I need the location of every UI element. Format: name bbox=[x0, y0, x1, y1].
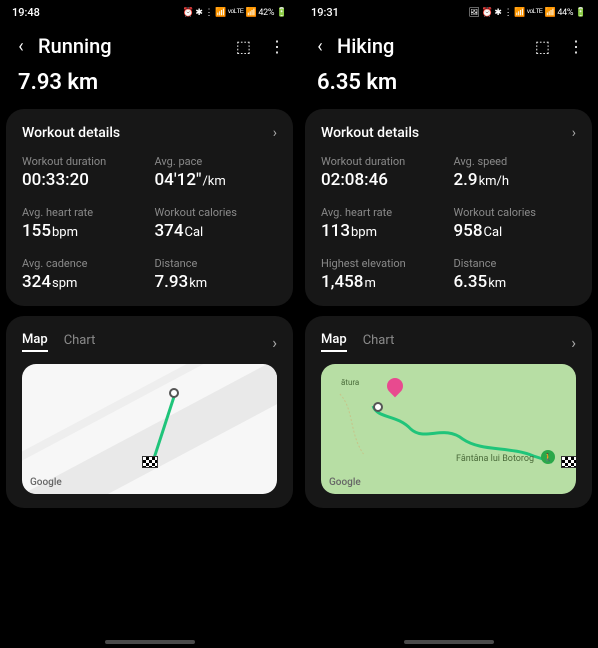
map-attribution: Google bbox=[30, 477, 62, 488]
stat-grid: Workout duration 00:33:20 Avg. pace 04'1… bbox=[22, 155, 277, 292]
map-card[interactable]: Map Chart › ătura Fântâna lui Botorog 🚶 … bbox=[305, 316, 592, 508]
status-indicators: ⏰ ✱ ⋮ 📶 ᵛᵒᴸᵀᴱ 📶 42% 🔋 bbox=[183, 7, 287, 18]
total-distance: 6.35 km bbox=[299, 64, 598, 109]
stat-duration: Workout duration 02:08:46 bbox=[321, 155, 444, 190]
stat-distance: Distance 7.93km bbox=[155, 257, 278, 292]
tab-chart[interactable]: Chart bbox=[64, 333, 96, 351]
stat-calories: Workout calories 374Cal bbox=[155, 206, 278, 241]
map-poi-label: ătura bbox=[341, 378, 359, 387]
status-bar: 19:48 ⏰ ✱ ⋮ 📶 ᵛᵒᴸᵀᴱ 📶 42% 🔋 bbox=[0, 0, 299, 24]
route-start-icon bbox=[373, 402, 383, 412]
more-icon[interactable]: ⋮ bbox=[269, 37, 285, 56]
stat-grid: Workout duration 02:08:46 Avg. speed 2.9… bbox=[321, 155, 576, 292]
status-indicators: 🖼 ⏰ ✱ ⋮ 📶 ᵛᵒᴸᵀᴱ 📶 44% 🔋 bbox=[469, 7, 587, 18]
chevron-right-icon: › bbox=[272, 333, 277, 352]
stat-pace: Avg. pace 04'12"/km bbox=[155, 155, 278, 190]
card-title: Workout details bbox=[22, 125, 120, 141]
card-title: Workout details bbox=[321, 125, 419, 141]
map-poi-label: Fântâna lui Botorog bbox=[456, 454, 534, 464]
status-time: 19:31 bbox=[311, 6, 339, 19]
tab-map[interactable]: Map bbox=[22, 332, 48, 352]
stat-cadence: Avg. cadence 324spm bbox=[22, 257, 145, 292]
header: ‹ Running ⬚ ⋮ bbox=[0, 24, 299, 64]
tab-map[interactable]: Map bbox=[321, 332, 347, 352]
hiker-icon: 🚶 bbox=[541, 450, 555, 464]
status-time: 19:48 bbox=[12, 6, 40, 19]
back-icon[interactable]: ‹ bbox=[10, 36, 32, 57]
back-icon[interactable]: ‹ bbox=[309, 36, 331, 57]
nav-pill[interactable] bbox=[404, 640, 494, 644]
stat-speed: Avg. speed 2.9km/h bbox=[454, 155, 577, 190]
page-title: Running bbox=[38, 34, 236, 58]
stat-distance: Distance 6.35km bbox=[454, 257, 577, 292]
stat-duration: Workout duration 00:33:20 bbox=[22, 155, 145, 190]
map-attribution: Google bbox=[329, 477, 361, 488]
route-end-flag-icon bbox=[142, 456, 158, 468]
chevron-right-icon: › bbox=[572, 125, 576, 141]
chevron-right-icon: › bbox=[571, 333, 576, 352]
workout-details-card[interactable]: Workout details › Workout duration 02:08… bbox=[305, 109, 592, 306]
stat-elevation: Highest elevation 1,458m bbox=[321, 257, 444, 292]
status-bar: 19:31 🖼 ⏰ ✱ ⋮ 📶 ᵛᵒᴸᵀᴱ 📶 44% 🔋 bbox=[299, 0, 598, 24]
chevron-right-icon: › bbox=[273, 125, 277, 141]
map-card[interactable]: Map Chart › Google bbox=[6, 316, 293, 508]
tab-chart[interactable]: Chart bbox=[363, 333, 395, 351]
stat-calories: Workout calories 958Cal bbox=[454, 206, 577, 241]
screen-hiking: 19:31 🖼 ⏰ ✱ ⋮ 📶 ᵛᵒᴸᵀᴱ 📶 44% 🔋 ‹ Hiking ⬚… bbox=[299, 0, 598, 648]
total-distance: 7.93 km bbox=[0, 64, 299, 109]
share-icon[interactable]: ⬚ bbox=[535, 37, 550, 56]
route-start-icon bbox=[169, 388, 179, 398]
map-view[interactable]: Google bbox=[22, 364, 277, 494]
header: ‹ Hiking ⬚ ⋮ bbox=[299, 24, 598, 64]
screen-running: 19:48 ⏰ ✱ ⋮ 📶 ᵛᵒᴸᵀᴱ 📶 42% 🔋 ‹ Running ⬚ … bbox=[0, 0, 299, 648]
more-icon[interactable]: ⋮ bbox=[568, 37, 584, 56]
stat-heart-rate: Avg. heart rate 155bpm bbox=[22, 206, 145, 241]
workout-details-card[interactable]: Workout details › Workout duration 00:33… bbox=[6, 109, 293, 306]
nav-pill[interactable] bbox=[105, 640, 195, 644]
stat-heart-rate: Avg. heart rate 113bpm bbox=[321, 206, 444, 241]
page-title: Hiking bbox=[337, 34, 535, 58]
map-view[interactable]: ătura Fântâna lui Botorog 🚶 Google bbox=[321, 364, 576, 494]
route-end-flag-icon bbox=[561, 456, 576, 468]
share-icon[interactable]: ⬚ bbox=[236, 37, 251, 56]
